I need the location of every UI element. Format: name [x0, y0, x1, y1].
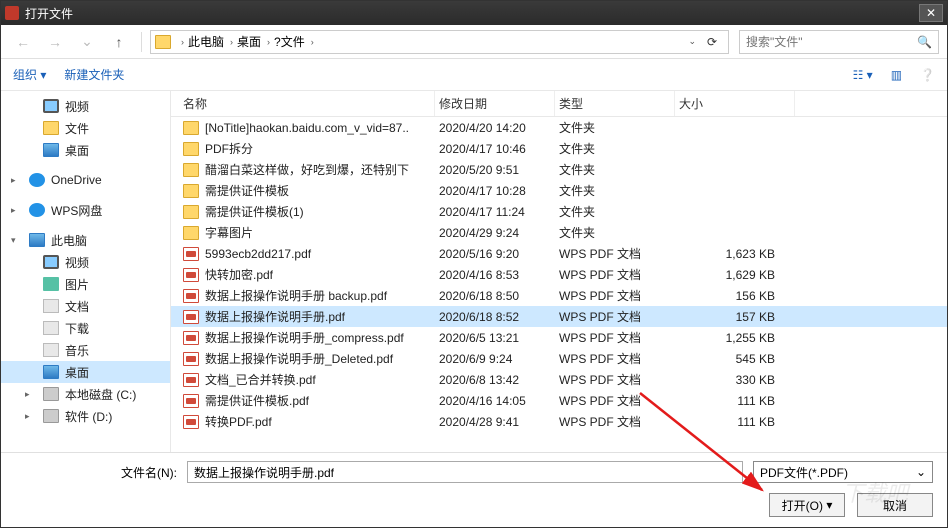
annotation-arrow — [0, 0, 948, 528]
